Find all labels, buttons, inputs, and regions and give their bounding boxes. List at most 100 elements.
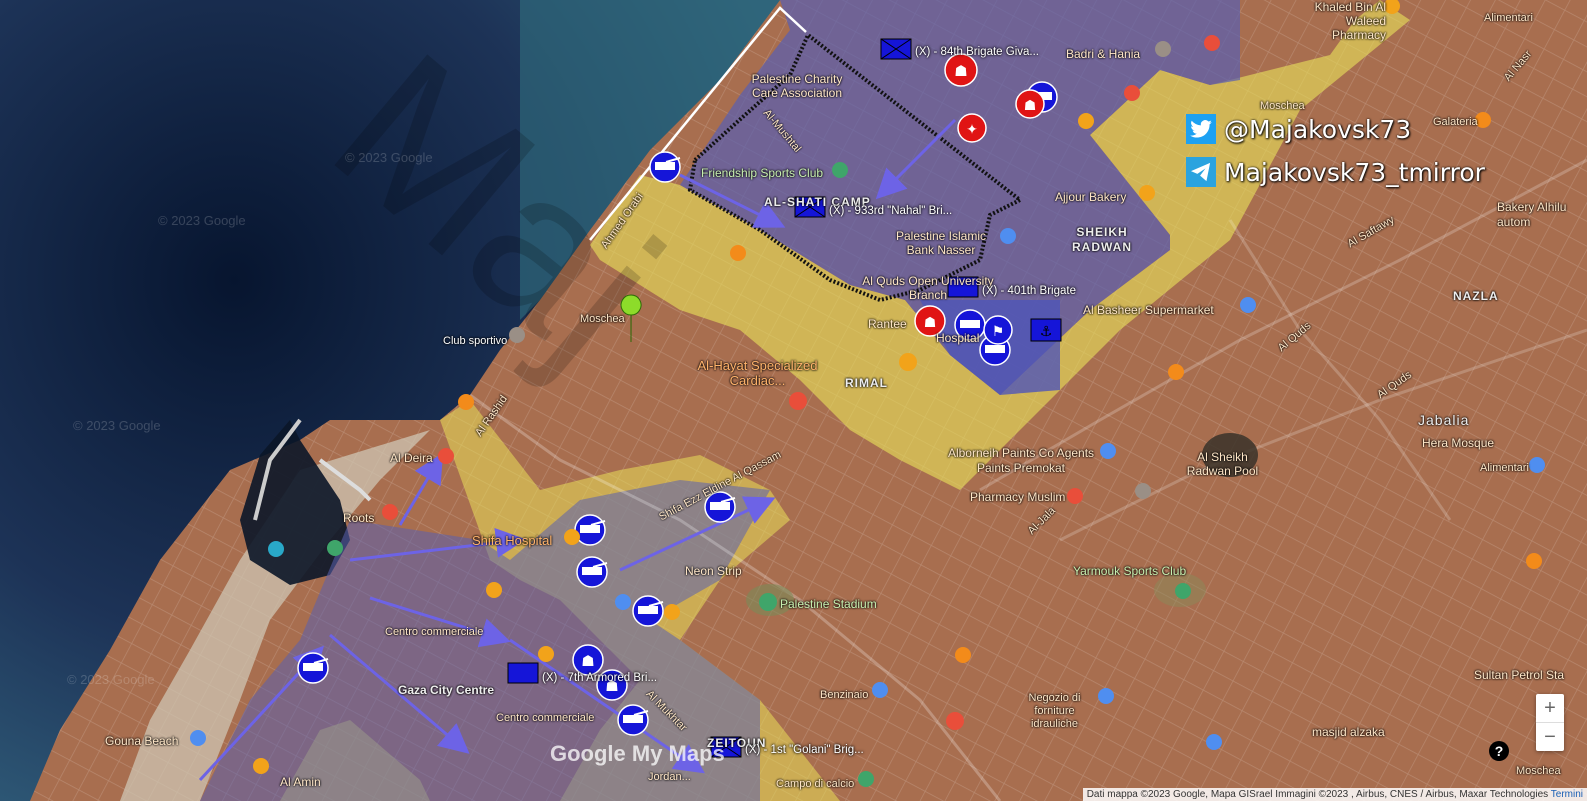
svg-text:☗: ☗ [1024, 97, 1037, 113]
label-khaled-pharmacy: Khaled Bin Al Waleed Pharmacy [1314, 0, 1386, 42]
zoom-control: + − [1536, 694, 1564, 751]
tank-marker [574, 514, 606, 546]
label-al-deira: Al Deira [390, 451, 433, 465]
unit-label-401: (X) - 401th Brigate [982, 285, 1076, 297]
shop-pin [538, 646, 554, 662]
label-hospital-short: Hospital [936, 331, 980, 345]
svg-text:⚑: ⚑ [992, 323, 1005, 339]
google-watermark: © 2023 Google [345, 150, 433, 165]
shop-pin [615, 594, 631, 610]
infantry-marker: ⚑ [983, 315, 1013, 345]
food-pin [955, 647, 971, 663]
label-hera-mosque: Hera Mosque [1422, 436, 1495, 450]
shop-pin [1139, 185, 1155, 201]
pin [872, 682, 888, 698]
attribution-text: Dati mappa ©2023 Google, Mapa GISrael Im… [1086, 789, 1549, 800]
label-friendship-sports: Friendship Sports Club [701, 166, 824, 180]
telegram-icon [1186, 157, 1216, 187]
hospital-pin [564, 529, 580, 545]
label-rantee: Rantee [868, 317, 907, 331]
unit-label-7: (X) - 7th Armored Bri... [542, 672, 658, 684]
label-benzinaio: Benzinaio [820, 689, 869, 701]
pin [730, 245, 746, 261]
zoom-in-button[interactable]: + [1536, 694, 1564, 722]
label-palestine-charity: Palestine Charity Care Association [751, 72, 843, 100]
label-palestine-islamic-bank: Palestine Islamic Bank Nasser [895, 229, 987, 257]
label-sultan-petrol: Sultan Petrol Sta [1474, 668, 1565, 682]
food-pin [1168, 364, 1184, 380]
zoom-out-button[interactable]: − [1536, 722, 1564, 751]
unit-label-1: (X) - 1st "Golani" Brig... [745, 744, 864, 756]
food-pin [1526, 553, 1542, 569]
label-centro-commerciale-1: Centro commerciale [385, 626, 484, 638]
svg-text:☗: ☗ [954, 63, 967, 80]
pin [1124, 85, 1140, 101]
pin [1529, 457, 1545, 473]
telegram-handle: Majakovsk73_tmirror [1186, 157, 1485, 187]
label-gaza-city-centre: Gaza City Centre [398, 683, 495, 697]
label-negozio: Negozio di forniture idrauliche [1028, 692, 1081, 730]
pin [1098, 688, 1114, 704]
twitter-icon [1186, 114, 1216, 144]
tank-marker [632, 595, 664, 627]
label-al-amin: Al Amin [280, 775, 321, 789]
tank-marker [649, 151, 681, 183]
label-al-hayat: Al-Hayat Specialized Cardiac... [697, 358, 818, 388]
hostile-marker: ☗ [1015, 89, 1045, 119]
label-centro-commerciale-2: Centro commerciale [496, 712, 595, 724]
label-club-sportivo: Club sportivo [443, 335, 508, 347]
label-badri-hania: Badri & Hania [1066, 47, 1141, 61]
tank-marker [617, 704, 649, 736]
svg-text:✦: ✦ [966, 121, 978, 137]
pin [438, 448, 454, 464]
twitter-handle: @Majakovsk73 [1186, 114, 1411, 144]
pharmacy-pin [1067, 488, 1083, 504]
label-sheikh-radwan: SHEIKH RADWAN [1072, 225, 1132, 254]
pin [327, 540, 343, 556]
help-button[interactable]: ? [1489, 741, 1509, 761]
label-alimentari: Alimentari [1480, 462, 1529, 474]
unit-label-84: (X) - 84th Brigate Giva... [915, 46, 1039, 58]
park-pin [1175, 583, 1191, 599]
infantry-marker: ☗ [572, 644, 604, 676]
pin [382, 504, 398, 520]
park-pin [832, 162, 848, 178]
hospital-pin [1204, 35, 1220, 51]
label-yarmouk-sports: Yarmouk Sports Club [1073, 564, 1187, 578]
shop-pin [486, 582, 502, 598]
label-roots: Roots [343, 511, 375, 525]
camera-pin [268, 541, 284, 557]
park-pin [858, 771, 874, 787]
twitter-handle-text: @Majakovsk73 [1224, 114, 1412, 144]
label-moschea-3: Moschea [1516, 765, 1561, 777]
pin [1155, 41, 1171, 57]
anchor-marker: ⚓ [1030, 318, 1062, 342]
pin [1206, 734, 1222, 750]
tank-marker [576, 556, 608, 588]
label-galateria: Galateria [1433, 116, 1478, 128]
google-my-maps-logo: Google My Maps [550, 741, 725, 766]
stadium-pin [759, 593, 777, 611]
google-watermark: © 2023 Google [73, 418, 161, 433]
svg-text:☗: ☗ [581, 653, 594, 670]
map-canvas[interactable]: ⚓ ⚑ ☗ ☗ ☗ ☗ ✦ ☗ Maj © 2023 Google © 2023… [0, 0, 1587, 801]
label-jabalia: Jabalia [1418, 412, 1470, 428]
pin [1135, 483, 1151, 499]
map-attribution: Dati mappa ©2023 Google, Mapa GISrael Im… [1082, 788, 1587, 801]
label-jordan: Jordan... [648, 771, 691, 783]
label-moschea: Moschea [580, 313, 625, 325]
terms-link[interactable]: Termini [1551, 789, 1583, 800]
hostile-marker: ☗ [944, 53, 978, 87]
label-palestine-stadium: Palestine Stadium [780, 597, 877, 611]
label-alimentari-2: Alimentari [1484, 12, 1533, 24]
hospital-pin [789, 392, 807, 410]
svg-text:☗: ☗ [924, 314, 937, 330]
label-al-sheikh-radwan-pool: Al Sheikh Radwan Pool [1186, 450, 1259, 478]
label-pharmacy-muslim: Pharmacy Muslim [970, 490, 1066, 504]
food-pin [899, 353, 917, 371]
label-campo-calcio: Campo di calcio [776, 778, 855, 790]
label-masjid-alzaka: masjid alzaka [1312, 725, 1385, 739]
hostile-marker: ✦ [957, 113, 987, 143]
label-bakery-alhilu: Bakery Alhilu autom [1497, 200, 1567, 229]
brigade-marker-7 [507, 662, 539, 684]
